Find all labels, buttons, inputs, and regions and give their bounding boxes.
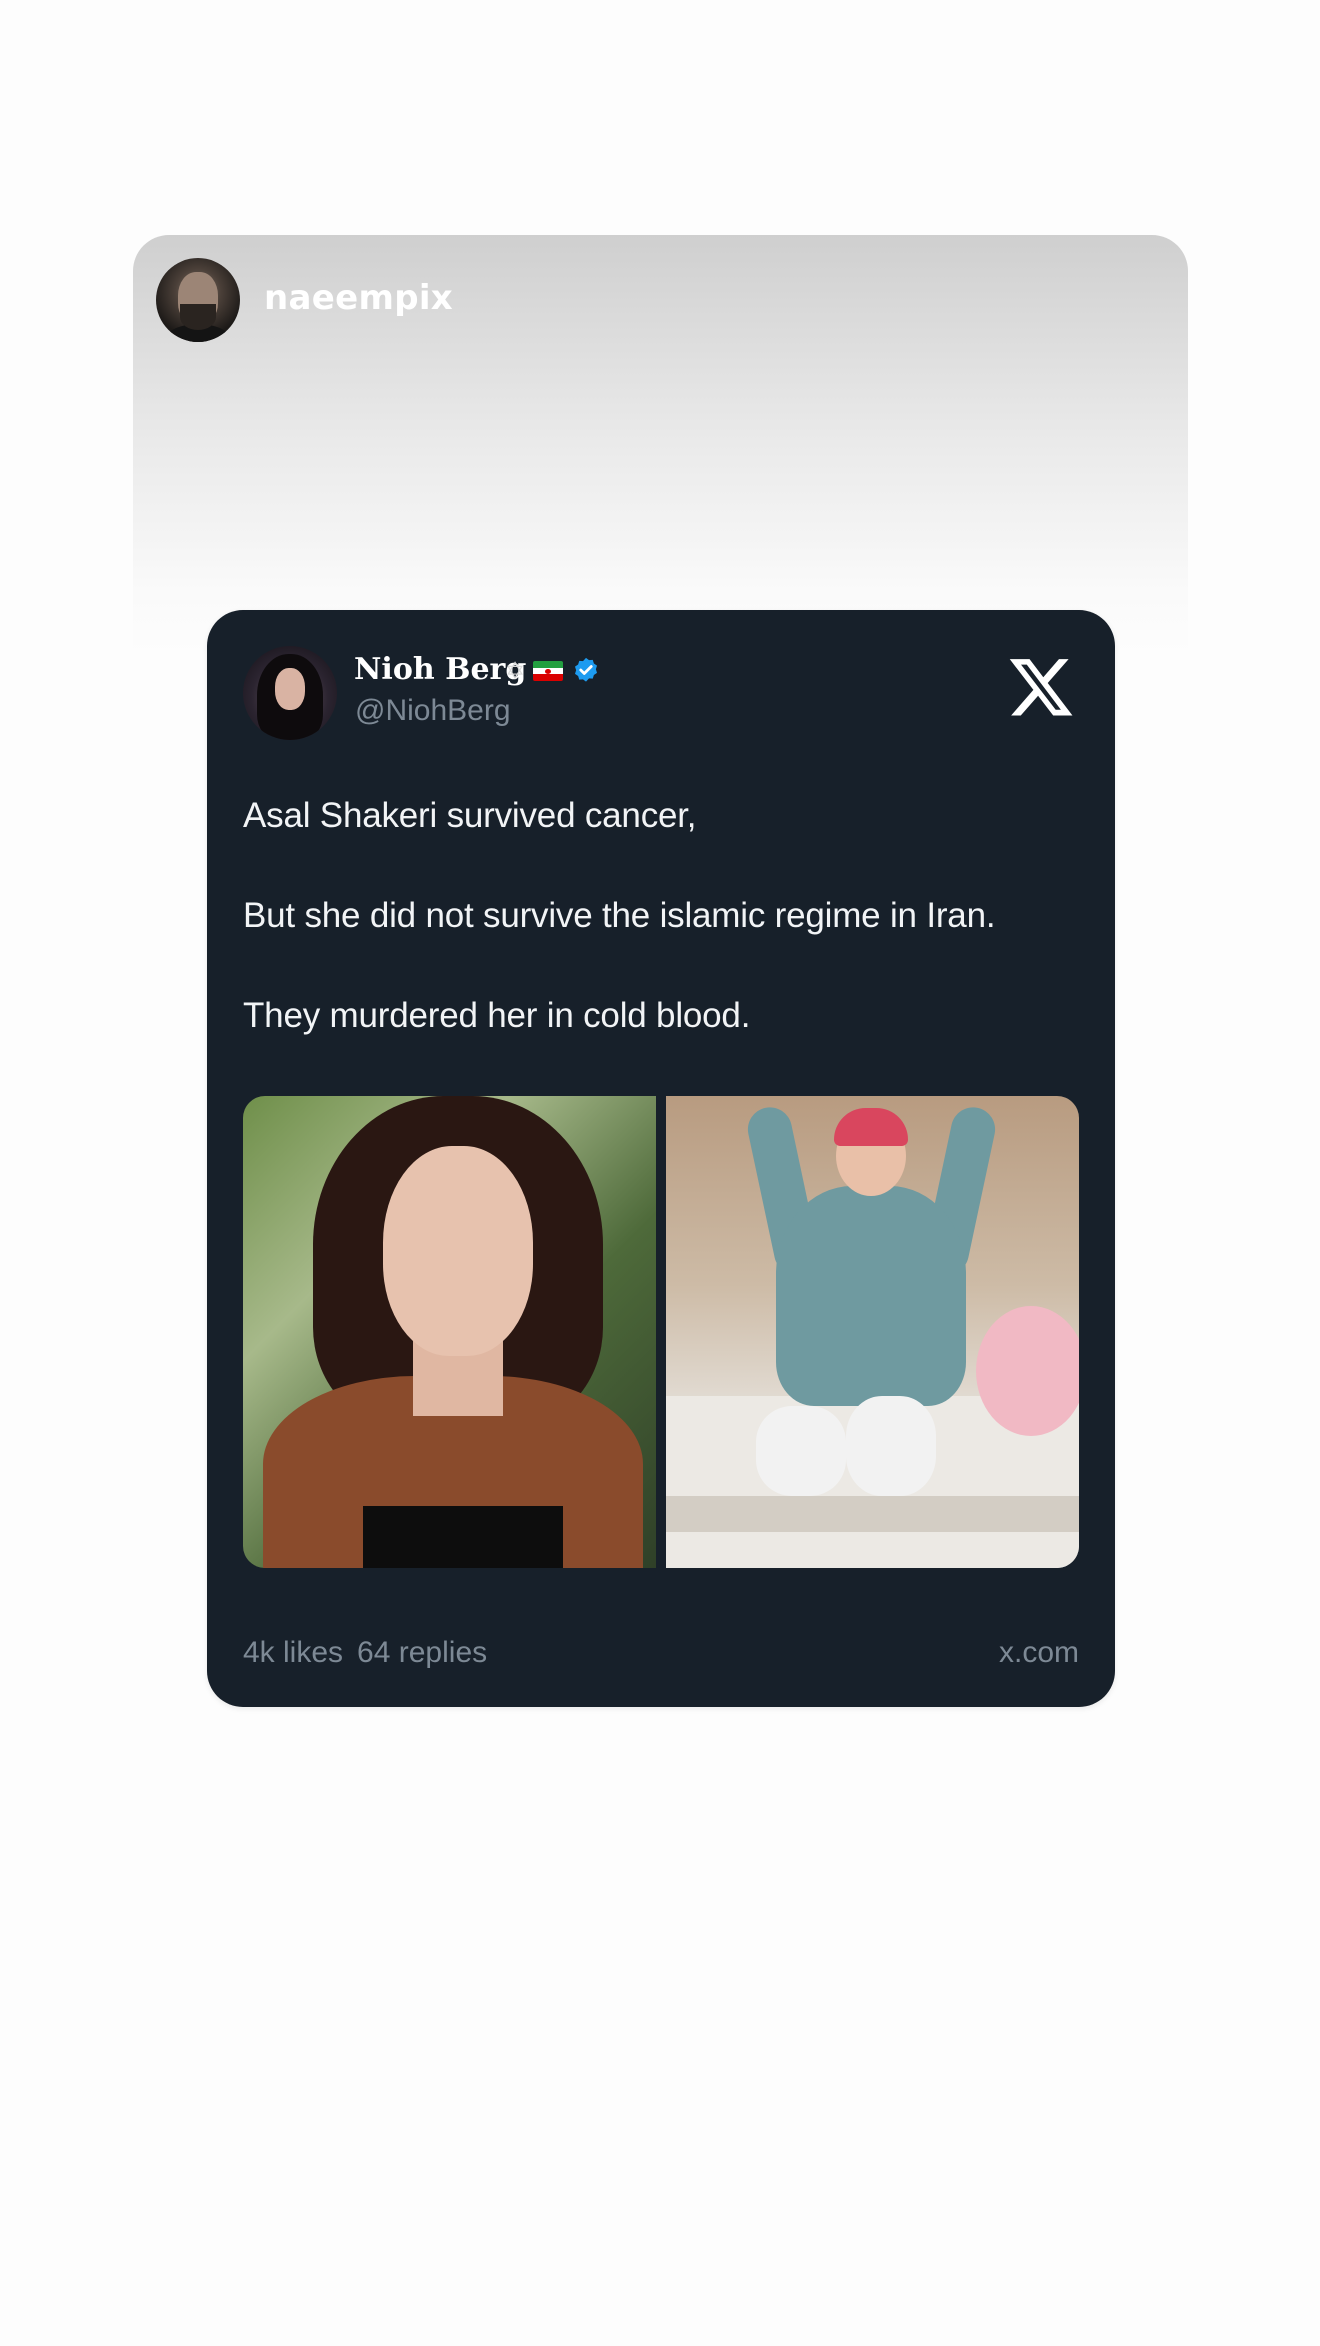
verified-badge-icon xyxy=(575,657,598,682)
tweet-stats: 4k likes 64 replies xyxy=(243,1636,487,1670)
tweet-text-line: They murdered her in cold blood. xyxy=(243,996,751,1035)
tweet-author-avatar[interactable] xyxy=(243,646,337,740)
photo-sock-right xyxy=(846,1396,936,1496)
avatar-face xyxy=(275,668,305,710)
tweet-photo-hospital[interactable] xyxy=(666,1096,1079,1568)
photo-face xyxy=(383,1146,533,1356)
story-username[interactable]: naeempix xyxy=(264,278,453,318)
tweet-card[interactable]: Nioh Berg ✡ @NiohBerg Asal Shakeri survi… xyxy=(207,610,1115,1707)
author-name-icons: ✡ xyxy=(505,656,601,686)
replies-count[interactable]: 64 replies xyxy=(357,1636,487,1670)
avatar-beard xyxy=(180,304,216,330)
likes-count[interactable]: 4k likes xyxy=(243,1636,343,1670)
tweet-author-handle[interactable]: @NiohBerg xyxy=(355,694,511,728)
story-user-avatar[interactable] xyxy=(156,258,240,342)
photo-hat xyxy=(834,1108,908,1146)
star-of-david-icon: ✡ xyxy=(505,657,526,685)
photo-gown xyxy=(776,1186,966,1406)
photo-top xyxy=(363,1506,563,1568)
photo-sock-left xyxy=(756,1406,846,1496)
tweet-photo-portrait[interactable] xyxy=(243,1096,656,1568)
tweet-text-line: Asal Shakeri survived cancer, xyxy=(243,796,697,835)
photo-bed-rail xyxy=(666,1496,1079,1532)
tweet-text-line: But she did not survive the islamic regi… xyxy=(243,896,996,935)
tweet-author-name[interactable]: Nioh Berg xyxy=(354,652,526,687)
tweet-source-link[interactable]: x.com xyxy=(999,1636,1079,1670)
tweet-media-grid xyxy=(243,1096,1079,1568)
x-logo-icon[interactable] xyxy=(1007,655,1073,721)
photo-plush-toy xyxy=(976,1306,1079,1436)
iran-flag-icon xyxy=(533,661,564,681)
